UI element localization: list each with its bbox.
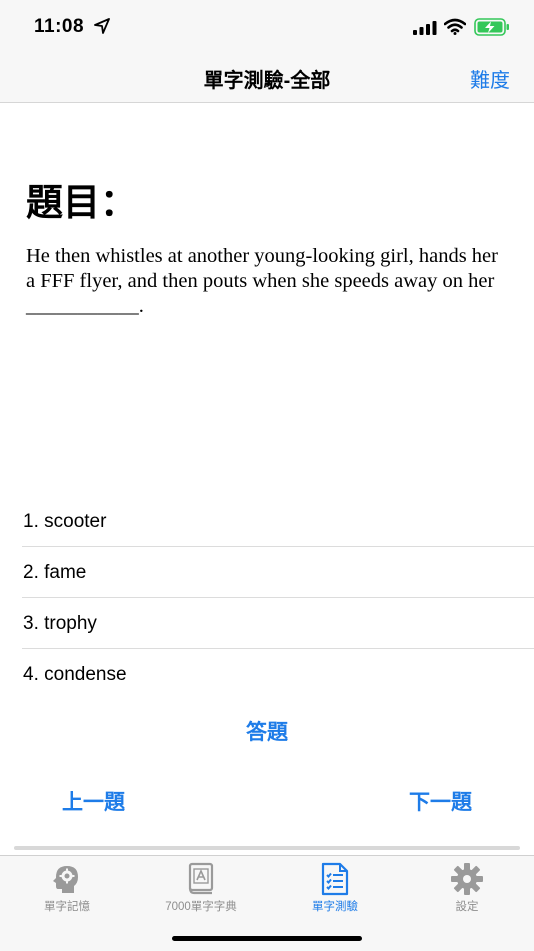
tab-settings[interactable]: 設定 — [400, 862, 534, 914]
wifi-icon — [444, 18, 466, 35]
tab-dictionary[interactable]: 7000單字字典 — [134, 862, 268, 914]
battery-charging-icon — [474, 18, 509, 36]
answer-option-1[interactable]: 1. scooter — [22, 496, 534, 547]
difficulty-button[interactable]: 難度 — [470, 64, 510, 93]
answer-option-label: 1. scooter — [23, 511, 107, 532]
signal-icon — [413, 21, 437, 35]
location-arrow-icon — [94, 18, 110, 34]
tab-label: 設定 — [455, 901, 479, 913]
answer-option-2[interactable]: 2. fame — [22, 547, 534, 598]
quiz-checklist-icon — [321, 862, 349, 896]
tab-word-memory[interactable]: 單字記憶 — [0, 862, 134, 914]
gear-icon — [451, 863, 483, 895]
answer-option-4[interactable]: 4. condense — [22, 649, 534, 699]
tab-vocab-quiz[interactable]: 單字測驗 — [268, 862, 402, 914]
answer-option-3[interactable]: 3. trophy — [22, 598, 534, 649]
tab-label: 7000單字字典 — [165, 901, 237, 913]
previous-question-button[interactable]: 上一題 — [62, 786, 125, 816]
answer-options-list: 1. scooter 2. fame 3. trophy 4. condense — [22, 496, 534, 699]
home-indicator — [172, 936, 362, 941]
next-question-button[interactable]: 下一題 — [409, 786, 472, 816]
dictionary-book-icon — [188, 862, 214, 895]
question-heading: 題目： — [26, 182, 137, 223]
horizontal-scroll-indicator — [14, 846, 520, 850]
status-bar: 11:08 — [0, 0, 534, 54]
tab-label: 單字測驗 — [312, 901, 358, 913]
answer-option-label: 2. fame — [23, 562, 87, 583]
question-text: He then whistles at another young-lookin… — [26, 245, 498, 317]
tab-label: 單字記憶 — [44, 901, 90, 913]
answer-option-label: 3. trophy — [23, 613, 97, 634]
head-gear-icon — [53, 866, 78, 893]
navigation-bar: 單字測驗-全部 難度 — [0, 54, 534, 103]
status-time: 11:08 — [34, 16, 85, 37]
submit-answer-button[interactable]: 答題 — [0, 716, 534, 746]
page-title: 單字測驗-全部 — [203, 70, 331, 92]
answer-option-label: 4. condense — [23, 664, 127, 685]
